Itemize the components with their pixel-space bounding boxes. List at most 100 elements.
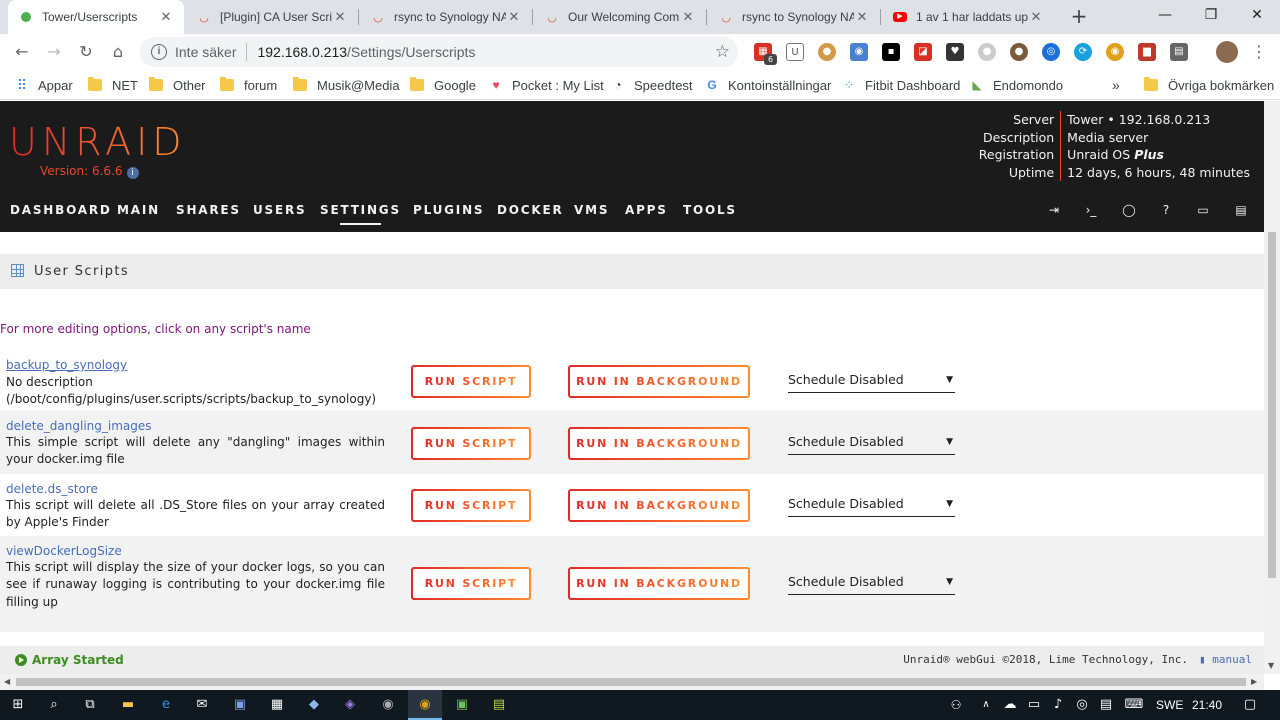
scroll-down-arrow-icon[interactable]: ▼ [1268, 661, 1274, 670]
close-tab-icon[interactable]: ✕ [854, 9, 870, 25]
chrome-extension-icon[interactable]: ◉ [1106, 43, 1124, 61]
run-in-background-button[interactable]: RUN IN BACKGROUND [568, 427, 750, 460]
script-name-link[interactable]: viewDockerLogSize [6, 544, 122, 558]
run-script-button[interactable]: RUN SCRIPT [411, 365, 531, 398]
bookmark-folder-other[interactable]: Other [149, 76, 206, 94]
reload-button[interactable]: ↻ [74, 40, 98, 64]
info-display-icon[interactable]: ▭ [1193, 203, 1213, 221]
cookie-icon[interactable]: ● [818, 43, 836, 61]
onedrive-icon[interactable]: ☁ [1000, 695, 1020, 715]
app-tray-icon[interactable]: ◎ [1072, 695, 1092, 715]
app-icon[interactable]: ▣ [452, 695, 472, 715]
feedback-icon[interactable]: ◯ [1119, 203, 1139, 221]
nav-docker[interactable]: DOCKER [497, 203, 564, 217]
schedule-select[interactable]: Schedule Disabled ▼ [788, 371, 955, 393]
extension-icon[interactable]: ⟳ [1074, 43, 1092, 61]
browser-tab[interactable]: ▶ 1 av 1 har laddats up ✕ [882, 0, 1054, 34]
file-explorer-icon[interactable]: ▬ [118, 695, 138, 715]
nav-apps[interactable]: APPS [625, 203, 668, 217]
camera-icon[interactable]: ◉ [850, 43, 868, 61]
schedule-select[interactable]: Schedule Disabled ▼ [788, 433, 955, 455]
extension-icon[interactable]: ▤ [1170, 43, 1188, 61]
close-window-button[interactable]: ✕ [1234, 0, 1280, 32]
address-bar[interactable]: i Inte säker 192.168.0.213/Settings/User… [140, 37, 738, 67]
bookmark-endomondo[interactable]: ◣ Endomondo [969, 76, 1063, 94]
horizontal-scrollbar[interactable]: ◀ ▶ [0, 674, 1264, 690]
schedule-select[interactable]: Schedule Disabled ▼ [788, 573, 955, 595]
network-icon[interactable]: ▭ [1024, 695, 1044, 715]
bookmark-fitbit[interactable]: ⁘ Fitbit Dashboard [841, 76, 960, 94]
nav-main[interactable]: MAIN [117, 203, 160, 217]
browser-tab[interactable]: ◡ [Plugin] CA User Scrip ✕ [186, 0, 358, 34]
app-tray-icon[interactable]: ▤ [1096, 695, 1116, 715]
version-info-icon[interactable]: i [126, 167, 139, 179]
app-icon[interactable]: ◈ [340, 695, 360, 715]
app-icon[interactable]: ▤ [489, 695, 509, 715]
server-info-value[interactable]: Unraid OS Plus [1061, 146, 1250, 164]
profile-avatar[interactable] [1216, 41, 1238, 63]
schedule-select[interactable]: Schedule Disabled ▼ [788, 495, 955, 517]
bookmark-folder-net[interactable]: NET [88, 76, 138, 94]
browser-tab-active[interactable]: Tower/Userscripts ✕ [8, 0, 184, 34]
forward-button[interactable]: → [42, 40, 66, 64]
clock[interactable]: 21:40 [1192, 698, 1222, 712]
manual-link[interactable]: ▮ manual [1199, 653, 1252, 666]
scroll-right-arrow-icon[interactable]: ▶ [1251, 677, 1257, 686]
close-tab-icon[interactable]: ✕ [506, 9, 522, 25]
bookmark-folder-forum[interactable]: forum [220, 76, 277, 94]
close-tab-icon[interactable]: ✕ [158, 9, 174, 25]
windows-start-icon[interactable]: ⊞ [8, 695, 28, 715]
nav-users[interactable]: USERS [253, 203, 306, 217]
nav-tools[interactable]: TOOLS [683, 203, 737, 217]
bookmark-folder-musik[interactable]: Musik@Media [293, 76, 400, 94]
mail-icon[interactable]: ✉ [192, 695, 212, 715]
logout-icon[interactable]: ⇥ [1044, 203, 1064, 221]
extension-icon[interactable]: ● [1010, 43, 1028, 61]
script-name-link[interactable]: delete_dangling_images [6, 419, 152, 433]
bookmark-speedtest[interactable]: ◔ Speedtest [610, 76, 692, 94]
script-name-link[interactable]: delete.ds_store [6, 482, 98, 496]
close-tab-icon[interactable]: ✕ [332, 9, 348, 25]
unraid-logo[interactable]: UNRAID [9, 120, 187, 164]
keyboard-icon[interactable]: ⌨ [1124, 695, 1144, 715]
log-icon[interactable]: ▤ [1231, 203, 1251, 221]
input-language[interactable]: SWE [1156, 698, 1183, 712]
app-icon[interactable]: ▣ [230, 695, 250, 715]
close-tab-icon[interactable]: ✕ [680, 9, 696, 25]
tray-expand-icon[interactable]: ∧ [976, 695, 996, 715]
extension-icon[interactable]: ▪ [882, 43, 900, 61]
new-tab-button[interactable]: + [1068, 5, 1090, 27]
people-icon[interactable]: ⚇ [946, 695, 966, 715]
nav-settings[interactable]: SETTINGS [320, 203, 401, 225]
terminal-icon[interactable]: ›_ [1081, 203, 1101, 221]
extension-icon[interactable]: ◪ [914, 43, 932, 61]
run-in-background-button[interactable]: RUN IN BACKGROUND [568, 567, 750, 600]
browser-tab[interactable]: ◡ Our Welcoming Comm ✕ [534, 0, 706, 34]
help-icon[interactable]: ? [1156, 203, 1176, 221]
bookmark-star-icon[interactable]: ☆ [715, 42, 730, 62]
browser-tab[interactable]: ◡ rsync to Synology NA ✕ [360, 0, 532, 34]
search-icon[interactable]: ⌕ [44, 695, 64, 715]
extension-icon[interactable]: ▆ [1138, 43, 1156, 61]
nav-shares[interactable]: SHARES [176, 203, 241, 217]
chrome-icon[interactable]: ◉ [415, 695, 435, 715]
restore-window-button[interactable]: ❐ [1188, 0, 1234, 32]
home-button[interactable]: ⌂ [106, 40, 130, 64]
run-in-background-button[interactable]: RUN IN BACKGROUND [568, 489, 750, 522]
run-script-button[interactable]: RUN SCRIPT [411, 567, 531, 600]
pocket-extension-icon[interactable]: ♥ [946, 43, 964, 61]
bookmarks-overflow-button[interactable]: » [1112, 76, 1120, 94]
app-icon[interactable]: ◆ [304, 695, 324, 715]
bookmark-folder-google[interactable]: Google [410, 76, 476, 94]
calculator-icon[interactable]: ▦ [267, 695, 287, 715]
extension-icon[interactable]: ◎ [1042, 43, 1060, 61]
vertical-scrollbar[interactable]: ▼ [1264, 101, 1280, 674]
nav-vms[interactable]: VMS [574, 203, 609, 217]
scroll-thumb[interactable] [16, 678, 1246, 686]
nav-plugins[interactable]: PLUGINS [413, 203, 484, 217]
bookmark-pocket[interactable]: ♥ Pocket : My List [488, 76, 603, 94]
bookmark-kontoinstallningar[interactable]: G Kontoinställningar [704, 76, 831, 94]
bookmark-other-bookmarks[interactable]: Övriga bokmärken [1144, 76, 1274, 94]
minimize-window-button[interactable]: — [1142, 0, 1188, 32]
run-in-background-button[interactable]: RUN IN BACKGROUND [568, 365, 750, 398]
